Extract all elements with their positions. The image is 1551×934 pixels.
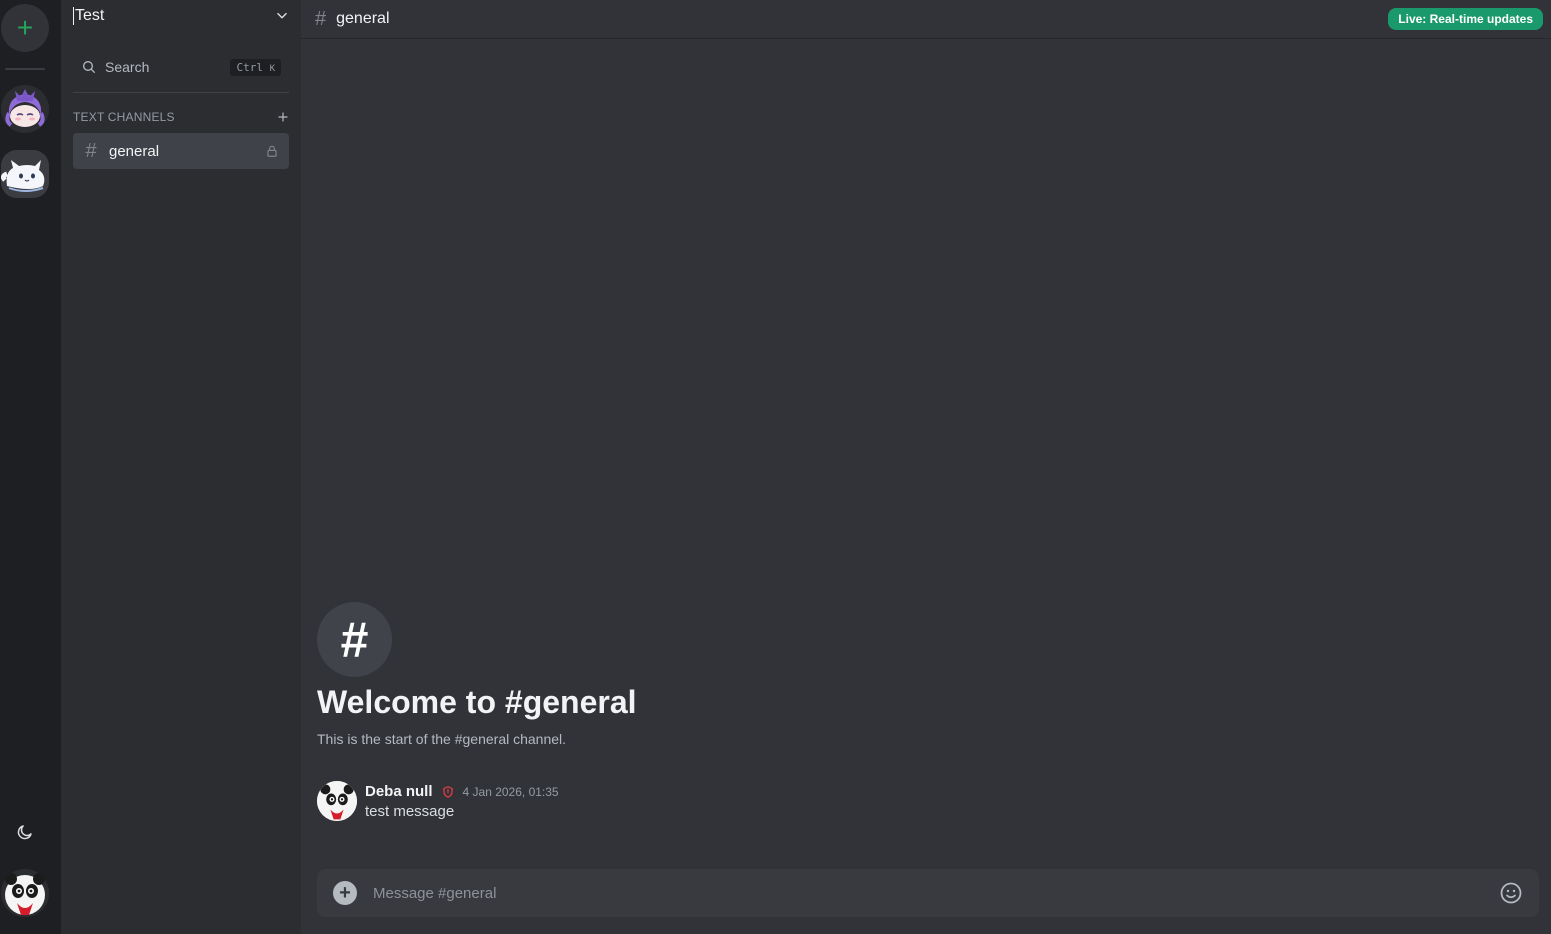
hash-icon: # xyxy=(85,139,97,162)
panda-avatar-icon xyxy=(1,869,49,917)
add-channel-icon[interactable] xyxy=(277,111,289,123)
message-content: test message xyxy=(365,803,455,820)
user-avatar-button[interactable] xyxy=(1,869,49,917)
welcome-subtitle: This is the start of the #general channe… xyxy=(317,731,567,747)
channel-item-general[interactable]: # general xyxy=(73,133,289,169)
app-window: + Test Search Ctrl K TEXT CHANNELS # gen… xyxy=(0,0,1551,934)
channel-topbar: # general Live: Real-time updates xyxy=(301,0,1551,39)
server-icon-purple[interactable] xyxy=(1,85,49,133)
channel-hash-icon: # xyxy=(317,602,392,677)
message-item: Deba null 4 Jan 2026, 01:35 test message xyxy=(317,780,1517,824)
chat-area: # general Live: Real-time updates # Welc… xyxy=(301,0,1551,934)
channel-label: general xyxy=(109,142,160,160)
server-header[interactable]: Test xyxy=(61,0,301,32)
message-header: Deba null 4 Jan 2026, 01:35 xyxy=(365,783,559,800)
message-timestamp: 4 Jan 2026, 01:35 xyxy=(462,784,559,799)
server-rail: + xyxy=(0,0,61,934)
server-name: Test xyxy=(73,7,105,25)
hash-icon: # xyxy=(315,7,327,30)
shortcut-key: K xyxy=(269,63,275,74)
shield-icon xyxy=(442,785,453,798)
theme-toggle-button[interactable] xyxy=(1,808,49,856)
lock-icon xyxy=(267,145,277,157)
shortcut-mod: Ctrl xyxy=(236,60,263,74)
plus-icon: + xyxy=(16,12,34,43)
category-text-channels: TEXT CHANNELS xyxy=(73,108,289,126)
search-button[interactable]: Search Ctrl K xyxy=(73,51,289,83)
welcome-title: Welcome to #general xyxy=(317,684,637,720)
message-author[interactable]: Deba null xyxy=(365,783,433,800)
attach-plus-icon[interactable]: + xyxy=(333,881,357,905)
category-label: TEXT CHANNELS xyxy=(73,110,175,124)
channel-sidebar: Test Search Ctrl K TEXT CHANNELS # gener… xyxy=(61,0,301,934)
add-server-button[interactable]: + xyxy=(1,4,49,52)
panda-avatar-icon xyxy=(317,781,357,821)
channel-title: general xyxy=(336,10,390,27)
search-shortcut: Ctrl K xyxy=(230,58,281,76)
search-label: Search xyxy=(105,59,150,75)
emoji-icon[interactable] xyxy=(1499,881,1523,905)
live-status-badge: Live: Real-time updates xyxy=(1388,8,1543,30)
search-icon xyxy=(83,61,95,73)
purple-hair-avatar-icon xyxy=(1,85,49,133)
message-author-avatar[interactable] xyxy=(317,781,357,821)
moon-icon xyxy=(17,825,32,840)
rail-divider xyxy=(5,68,45,70)
white-cat-avatar-icon xyxy=(1,150,49,198)
chevron-down-icon[interactable] xyxy=(275,9,289,23)
server-icon-cat[interactable] xyxy=(1,150,49,198)
message-composer: + xyxy=(317,869,1539,917)
message-input[interactable] xyxy=(373,884,1483,902)
sidebar-divider xyxy=(73,92,289,93)
